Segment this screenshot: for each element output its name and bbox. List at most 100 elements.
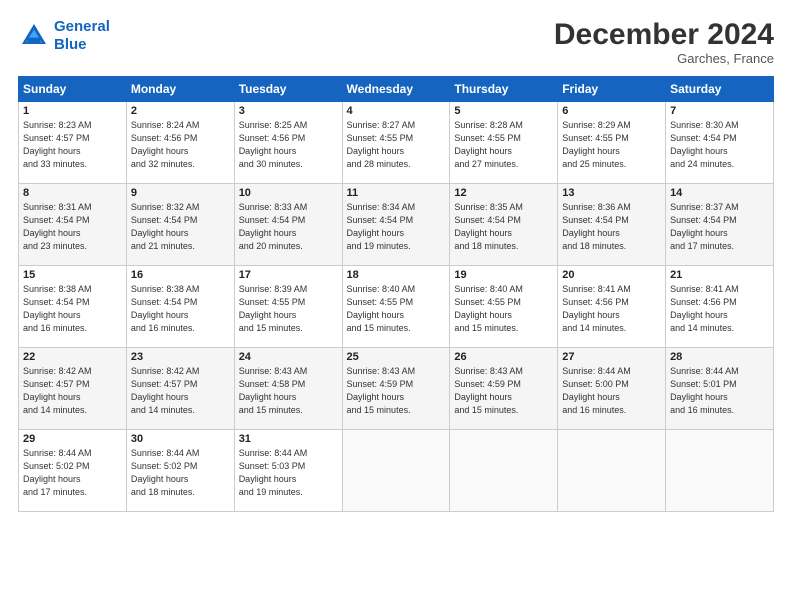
calendar-cell: 14 Sunrise: 8:37 AMSunset: 4:54 PMDaylig… xyxy=(666,184,774,266)
cell-info: Sunrise: 8:36 AMSunset: 4:54 PMDaylight … xyxy=(562,202,631,251)
cell-info: Sunrise: 8:39 AMSunset: 4:55 PMDaylight … xyxy=(239,284,308,333)
day-number: 17 xyxy=(239,269,338,281)
title-area: December 2024 Garches, France xyxy=(554,18,774,66)
cell-info: Sunrise: 8:33 AMSunset: 4:54 PMDaylight … xyxy=(239,202,308,251)
day-number: 10 xyxy=(239,187,338,199)
calendar-cell: 27 Sunrise: 8:44 AMSunset: 5:00 PMDaylig… xyxy=(558,348,666,430)
day-number: 11 xyxy=(347,187,446,199)
cell-info: Sunrise: 8:38 AMSunset: 4:54 PMDaylight … xyxy=(131,284,200,333)
week-row-2: 8 Sunrise: 8:31 AMSunset: 4:54 PMDayligh… xyxy=(19,184,774,266)
calendar-cell: 10 Sunrise: 8:33 AMSunset: 4:54 PMDaylig… xyxy=(234,184,342,266)
day-number: 12 xyxy=(454,187,553,199)
calendar-cell: 23 Sunrise: 8:42 AMSunset: 4:57 PMDaylig… xyxy=(126,348,234,430)
calendar-cell xyxy=(666,430,774,512)
calendar-cell: 3 Sunrise: 8:25 AMSunset: 4:56 PMDayligh… xyxy=(234,102,342,184)
week-row-4: 22 Sunrise: 8:42 AMSunset: 4:57 PMDaylig… xyxy=(19,348,774,430)
calendar-cell: 22 Sunrise: 8:42 AMSunset: 4:57 PMDaylig… xyxy=(19,348,127,430)
week-row-1: 1 Sunrise: 8:23 AMSunset: 4:57 PMDayligh… xyxy=(19,102,774,184)
calendar-cell: 18 Sunrise: 8:40 AMSunset: 4:55 PMDaylig… xyxy=(342,266,450,348)
day-number: 9 xyxy=(131,187,230,199)
day-number: 15 xyxy=(23,269,122,281)
cell-info: Sunrise: 8:24 AMSunset: 4:56 PMDaylight … xyxy=(131,120,200,169)
header: General Blue December 2024 Garches, Fran… xyxy=(18,18,774,66)
calendar-cell: 15 Sunrise: 8:38 AMSunset: 4:54 PMDaylig… xyxy=(19,266,127,348)
day-number: 20 xyxy=(562,269,661,281)
day-number: 30 xyxy=(131,433,230,445)
cell-info: Sunrise: 8:42 AMSunset: 4:57 PMDaylight … xyxy=(23,366,92,415)
day-number: 29 xyxy=(23,433,122,445)
calendar-cell: 19 Sunrise: 8:40 AMSunset: 4:55 PMDaylig… xyxy=(450,266,558,348)
calendar-cell: 30 Sunrise: 8:44 AMSunset: 5:02 PMDaylig… xyxy=(126,430,234,512)
calendar-table: Sunday Monday Tuesday Wednesday Thursday… xyxy=(18,76,774,512)
day-number: 8 xyxy=(23,187,122,199)
calendar-cell: 24 Sunrise: 8:43 AMSunset: 4:58 PMDaylig… xyxy=(234,348,342,430)
header-saturday: Saturday xyxy=(666,77,774,102)
calendar-cell: 9 Sunrise: 8:32 AMSunset: 4:54 PMDayligh… xyxy=(126,184,234,266)
calendar-cell: 26 Sunrise: 8:43 AMSunset: 4:59 PMDaylig… xyxy=(450,348,558,430)
day-number: 6 xyxy=(562,105,661,117)
cell-info: Sunrise: 8:27 AMSunset: 4:55 PMDaylight … xyxy=(347,120,416,169)
logo: General Blue xyxy=(18,18,110,54)
day-number: 19 xyxy=(454,269,553,281)
calendar-cell: 29 Sunrise: 8:44 AMSunset: 5:02 PMDaylig… xyxy=(19,430,127,512)
day-number: 4 xyxy=(347,105,446,117)
logo-text-blue: Blue xyxy=(54,36,110,54)
cell-info: Sunrise: 8:41 AMSunset: 4:56 PMDaylight … xyxy=(562,284,631,333)
cell-info: Sunrise: 8:44 AMSunset: 5:02 PMDaylight … xyxy=(131,448,200,497)
cell-info: Sunrise: 8:35 AMSunset: 4:54 PMDaylight … xyxy=(454,202,523,251)
day-number: 26 xyxy=(454,351,553,363)
cell-info: Sunrise: 8:32 AMSunset: 4:54 PMDaylight … xyxy=(131,202,200,251)
header-sunday: Sunday xyxy=(19,77,127,102)
day-number: 23 xyxy=(131,351,230,363)
day-number: 27 xyxy=(562,351,661,363)
cell-info: Sunrise: 8:44 AMSunset: 5:00 PMDaylight … xyxy=(562,366,631,415)
header-wednesday: Wednesday xyxy=(342,77,450,102)
calendar-cell xyxy=(450,430,558,512)
calendar-cell: 5 Sunrise: 8:28 AMSunset: 4:55 PMDayligh… xyxy=(450,102,558,184)
day-number: 21 xyxy=(670,269,769,281)
day-number: 13 xyxy=(562,187,661,199)
calendar-cell: 25 Sunrise: 8:43 AMSunset: 4:59 PMDaylig… xyxy=(342,348,450,430)
calendar-cell: 8 Sunrise: 8:31 AMSunset: 4:54 PMDayligh… xyxy=(19,184,127,266)
cell-info: Sunrise: 8:31 AMSunset: 4:54 PMDaylight … xyxy=(23,202,92,251)
calendar-cell: 16 Sunrise: 8:38 AMSunset: 4:54 PMDaylig… xyxy=(126,266,234,348)
day-number: 5 xyxy=(454,105,553,117)
month-title: December 2024 xyxy=(554,18,774,51)
header-monday: Monday xyxy=(126,77,234,102)
day-number: 7 xyxy=(670,105,769,117)
day-number: 18 xyxy=(347,269,446,281)
cell-info: Sunrise: 8:29 AMSunset: 4:55 PMDaylight … xyxy=(562,120,631,169)
header-tuesday: Tuesday xyxy=(234,77,342,102)
day-number: 14 xyxy=(670,187,769,199)
day-number: 16 xyxy=(131,269,230,281)
cell-info: Sunrise: 8:30 AMSunset: 4:54 PMDaylight … xyxy=(670,120,739,169)
calendar-cell xyxy=(558,430,666,512)
calendar-page: General Blue December 2024 Garches, Fran… xyxy=(0,0,792,612)
logo-text-general: General xyxy=(54,18,110,36)
cell-info: Sunrise: 8:37 AMSunset: 4:54 PMDaylight … xyxy=(670,202,739,251)
day-number: 31 xyxy=(239,433,338,445)
cell-info: Sunrise: 8:34 AMSunset: 4:54 PMDaylight … xyxy=(347,202,416,251)
cell-info: Sunrise: 8:38 AMSunset: 4:54 PMDaylight … xyxy=(23,284,92,333)
calendar-cell: 31 Sunrise: 8:44 AMSunset: 5:03 PMDaylig… xyxy=(234,430,342,512)
calendar-cell: 12 Sunrise: 8:35 AMSunset: 4:54 PMDaylig… xyxy=(450,184,558,266)
header-thursday: Thursday xyxy=(450,77,558,102)
cell-info: Sunrise: 8:44 AMSunset: 5:01 PMDaylight … xyxy=(670,366,739,415)
day-number: 28 xyxy=(670,351,769,363)
cell-info: Sunrise: 8:41 AMSunset: 4:56 PMDaylight … xyxy=(670,284,739,333)
calendar-cell: 6 Sunrise: 8:29 AMSunset: 4:55 PMDayligh… xyxy=(558,102,666,184)
calendar-cell: 17 Sunrise: 8:39 AMSunset: 4:55 PMDaylig… xyxy=(234,266,342,348)
week-row-5: 29 Sunrise: 8:44 AMSunset: 5:02 PMDaylig… xyxy=(19,430,774,512)
cell-info: Sunrise: 8:44 AMSunset: 5:02 PMDaylight … xyxy=(23,448,92,497)
day-number: 24 xyxy=(239,351,338,363)
day-number: 1 xyxy=(23,105,122,117)
cell-info: Sunrise: 8:25 AMSunset: 4:56 PMDaylight … xyxy=(239,120,308,169)
calendar-cell: 4 Sunrise: 8:27 AMSunset: 4:55 PMDayligh… xyxy=(342,102,450,184)
cell-info: Sunrise: 8:42 AMSunset: 4:57 PMDaylight … xyxy=(131,366,200,415)
cell-info: Sunrise: 8:43 AMSunset: 4:58 PMDaylight … xyxy=(239,366,308,415)
calendar-cell: 21 Sunrise: 8:41 AMSunset: 4:56 PMDaylig… xyxy=(666,266,774,348)
day-header-row: Sunday Monday Tuesday Wednesday Thursday… xyxy=(19,77,774,102)
day-number: 22 xyxy=(23,351,122,363)
header-friday: Friday xyxy=(558,77,666,102)
logo-icon xyxy=(18,20,50,52)
